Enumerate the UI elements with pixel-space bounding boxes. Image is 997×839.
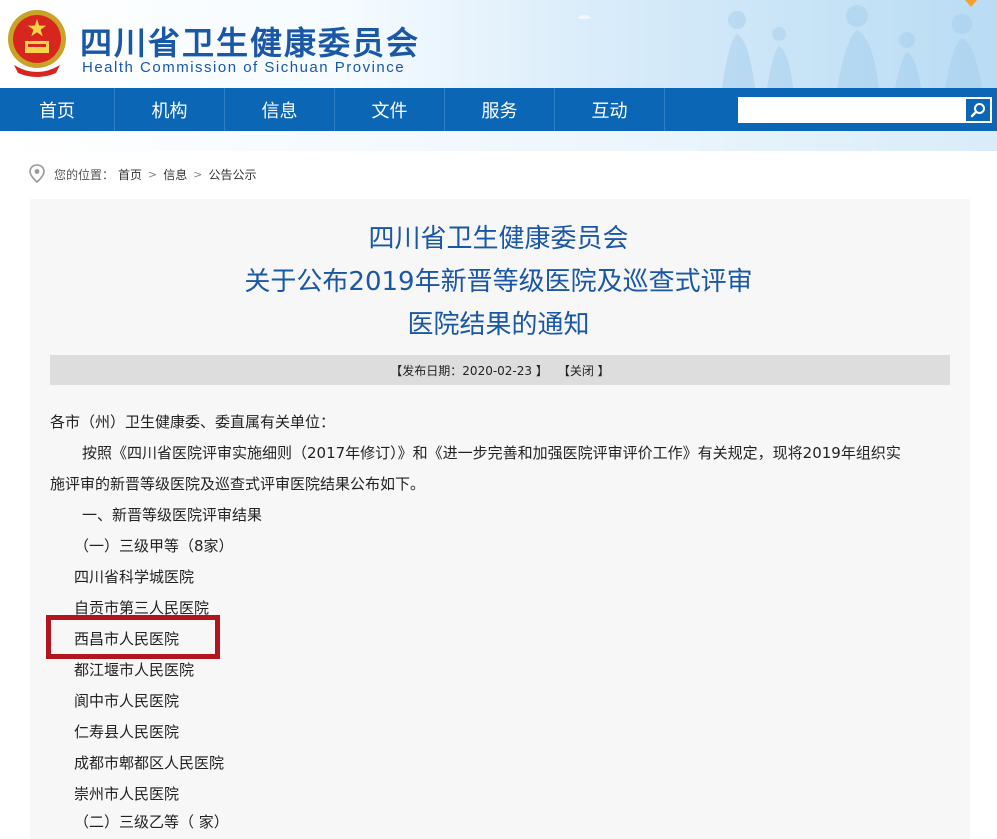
site-title: 四川省卫生健康委员会 [80,24,421,62]
nav-item-organization[interactable]: 机构 [115,88,225,131]
article-title-line: 关于公布2019年新晋等级医院及巡查式评审 [244,267,753,297]
site-title-english: Health Commission of Sichuan Province [82,59,406,76]
hospital-list-item: 都江堰市人民医院 [74,661,195,679]
hospital-list-item: 阆中市人民医院 [74,692,180,710]
section-heading: 一、新晋等级医院评审结果 [82,506,263,524]
search-input[interactable] [739,98,965,122]
main-nav: 首页 机构 信息 文件 服务 互动 [0,88,997,131]
breadcrumb-home[interactable]: 首页 [118,166,142,183]
breadcrumb-information[interactable]: 信息 [163,166,187,183]
nav-item-interaction[interactable]: 互动 [555,88,665,131]
site-header: 四川省卫生健康委员会 Health Commission of Sichuan … [0,0,997,88]
salutation: 各市（州）卫生健康委、委直属有关单位： [50,413,336,431]
decorative-band [0,131,997,151]
nav-item-services[interactable]: 服务 [445,88,555,131]
national-emblem-logo [8,10,66,77]
paragraph-line: 按照《四川省医院评审实施细则（2017年修订）》和《进一步完善和加强医院评审评价… [82,444,901,462]
article-title: 四川省卫生健康委员会 关于公布2019年新晋等级医院及巡查式评审 医院结果的通知 [0,218,997,347]
search-box [738,97,992,123]
article-title-line: 四川省卫生健康委员会 [368,224,629,254]
search-button[interactable] [966,99,990,121]
hospital-list-item: 四川省科学城医院 [74,568,195,586]
nav-item-information[interactable]: 信息 [225,88,335,131]
hospital-list-item: 仁寿县人民医院 [74,723,180,741]
location-pin-icon [29,164,45,184]
red-highlight-box [46,615,220,659]
publish-date: 【发布日期：2020-02-23 】 [390,363,548,378]
paragraph-line: 施评审的新晋等级医院及巡查式评审医院结果公布如下。 [50,475,426,493]
hospital-list-item: 崇州市人民医院 [74,785,180,803]
subsection-heading: （一）三级甲等（8家） [74,537,234,555]
hospital-list-item: 成都市郫都区人民医院 [74,754,225,772]
subsection-heading-cut: （二）三级乙等（ 家） [74,813,229,831]
article-title-line: 医院结果的通知 [407,310,590,340]
close-link[interactable]: 【关闭 】 [558,362,610,379]
search-icon [970,103,985,118]
chevron-right-icon: > [193,167,203,181]
breadcrumb-prefix: 您的位置： [54,167,115,182]
chevron-right-icon: > [148,167,158,181]
nav-item-documents[interactable]: 文件 [335,88,445,131]
article-meta-bar: 【发布日期：2020-02-23 】 【关闭 】 [50,355,950,385]
breadcrumb-announcements[interactable]: 公告公示 [208,166,256,183]
family-silhouette-banner [577,0,982,88]
nav-item-home[interactable]: 首页 [0,88,115,131]
breadcrumb: 您的位置： 首页 > 信息 > 公告公示 [28,164,257,184]
